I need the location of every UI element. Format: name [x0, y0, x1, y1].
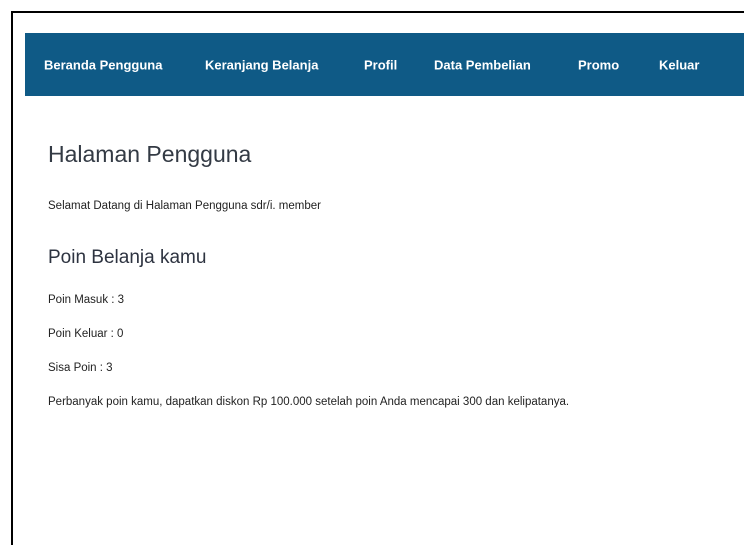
- points-section-title: Poin Belanja kamu: [48, 247, 207, 268]
- page-frame: Beranda Pengguna Keranjang Belanja Profi…: [11, 11, 744, 545]
- nav-item-promo[interactable]: Promo: [578, 57, 619, 72]
- nav-item-keranjang-belanja[interactable]: Keranjang Belanja: [205, 57, 318, 72]
- promo-note-text: Perbanyak poin kamu, dapatkan diskon Rp …: [48, 396, 570, 408]
- points-out-text: Poin Keluar : 0: [48, 328, 124, 340]
- points-remaining-text: Sisa Poin : 3: [48, 362, 113, 374]
- nav-item-keluar[interactable]: Keluar: [659, 57, 699, 72]
- welcome-text: Selamat Datang di Halaman Pengguna sdr/i…: [48, 200, 321, 212]
- nav-item-beranda-pengguna[interactable]: Beranda Pengguna: [44, 57, 162, 72]
- points-in-text: Poin Masuk : 3: [48, 294, 125, 306]
- top-navbar: Beranda Pengguna Keranjang Belanja Profi…: [25, 33, 744, 96]
- nav-item-profil[interactable]: Profil: [364, 57, 397, 72]
- page-title: Halaman Pengguna: [48, 141, 252, 167]
- nav-item-data-pembelian[interactable]: Data Pembelian: [434, 57, 531, 72]
